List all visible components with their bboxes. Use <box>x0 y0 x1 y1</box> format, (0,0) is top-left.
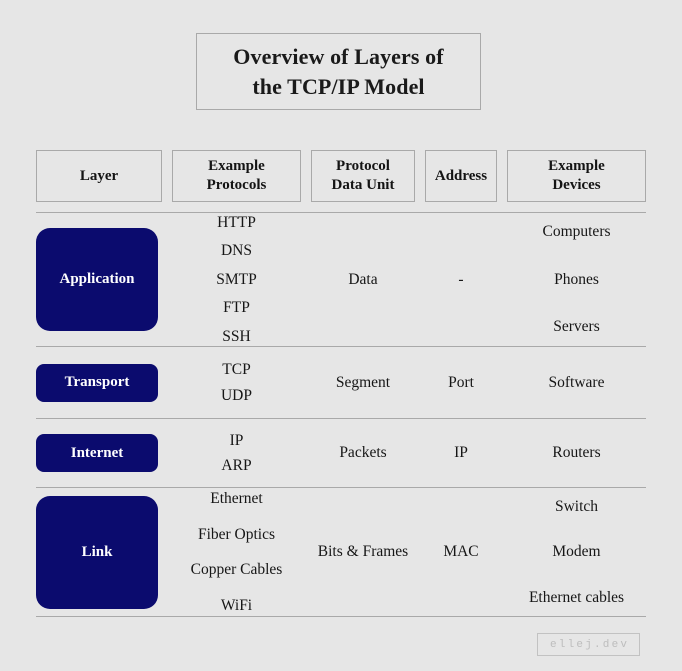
address-cell-transport: Port <box>425 375 497 391</box>
address-value: MAC <box>443 543 479 561</box>
pdu-cell-link: Bits & Frames <box>311 544 415 560</box>
protocol-item: HTTP <box>217 213 256 231</box>
protocol-item: Fiber Optics <box>197 525 276 543</box>
protocol-item: Ethernet <box>210 490 263 507</box>
address-cell-link: MAC <box>425 544 497 560</box>
protocol-item: ARP <box>221 457 252 474</box>
page-title: Overview of Layers of the TCP/IP Model <box>233 42 443 100</box>
protocols-cell-internet: IP ARP <box>172 428 301 479</box>
watermark-badge: ellej.dev <box>537 633 640 656</box>
column-header-example-protocols-line-1: Example <box>208 158 265 175</box>
column-header-protocol-data-unit-line-1: Protocol <box>336 158 390 175</box>
table-row-internet: Internet IP ARP Packets IP Routers <box>36 419 646 487</box>
layer-cell-internet: Internet <box>36 434 162 472</box>
device-item: Computers <box>542 223 611 241</box>
devices-cell-internet: Routers <box>507 445 646 461</box>
protocol-item: UDP <box>220 386 252 404</box>
column-header-example-devices-line-1: Example <box>548 158 605 175</box>
layer-box-transport: Transport <box>36 363 158 402</box>
pdu-value: Data <box>348 270 378 288</box>
protocol-item: SSH <box>222 327 251 345</box>
device-item: Software <box>548 373 605 391</box>
devices-cell-transport: Software <box>507 375 646 391</box>
column-header-example-devices: Example Devices <box>507 150 646 202</box>
device-item: Routers <box>552 444 601 462</box>
column-header-layer-line-1: Layer <box>79 167 119 184</box>
protocol-item: SMTP <box>216 270 257 288</box>
pdu-value: Packets <box>339 444 387 462</box>
protocol-item: FTP <box>223 299 250 317</box>
table-row-application: Application HTTP DNS SMTP FTP SSH Data -… <box>36 213 646 346</box>
device-item: Servers <box>553 318 600 336</box>
column-header-protocol-data-unit: Protocol Data Unit <box>311 150 415 202</box>
protocol-item: Copper Cables <box>190 561 283 578</box>
protocol-item: IP <box>229 431 244 449</box>
address-value: - <box>458 270 464 288</box>
pdu-value: Segment <box>335 373 391 391</box>
protocols-cell-link: Ethernet Fiber Optics Copper Cables WiFi <box>172 481 301 623</box>
tcpip-layers-table: Layer Example Protocols Protocol Data Un… <box>36 150 646 617</box>
column-header-address-line-1: Address <box>434 167 488 184</box>
protocol-item: WiFi <box>220 596 253 614</box>
address-value: IP <box>454 444 468 462</box>
protocol-item: DNS <box>220 242 252 260</box>
devices-cell-link: Switch Modem Ethernet cables <box>507 484 646 621</box>
column-header-example-protocols: Example Protocols <box>172 150 301 202</box>
page-title-box: Overview of Layers of the TCP/IP Model <box>196 33 481 110</box>
pdu-cell-internet: Packets <box>311 445 415 461</box>
layer-cell-application: Application <box>36 228 162 331</box>
layer-box-link: Link <box>36 495 158 609</box>
protocols-cell-application: HTTP DNS SMTP FTP SSH <box>172 208 301 351</box>
table-row-link: Link Ethernet Fiber Optics Copper Cables… <box>36 488 646 616</box>
device-item: Switch <box>554 497 599 515</box>
device-item: Phones <box>554 270 599 288</box>
layer-cell-transport: Transport <box>36 363 162 402</box>
protocol-item: TCP <box>222 361 251 378</box>
column-header-protocol-data-unit-line-2: Data Unit <box>331 177 395 193</box>
devices-cell-application: Computers Phones Servers <box>507 208 646 351</box>
address-value: Port <box>448 373 474 391</box>
column-header-example-protocols-line-2: Protocols <box>206 177 267 193</box>
pdu-value: Bits & Frames <box>317 543 409 561</box>
pdu-cell-transport: Segment <box>311 375 415 391</box>
address-cell-internet: IP <box>425 445 497 461</box>
device-item: Modem <box>552 543 601 561</box>
pdu-cell-application: Data <box>311 272 415 288</box>
column-header-layer: Layer <box>36 150 162 202</box>
column-header-address: Address <box>425 150 497 202</box>
layer-box-internet: Internet <box>36 434 158 472</box>
table-row-transport: Transport TCP UDP Segment Port Software <box>36 347 646 418</box>
page-title-line-2: the TCP/IP Model <box>252 73 425 99</box>
device-item: Ethernet cables <box>528 588 625 606</box>
table-header-row: Layer Example Protocols Protocol Data Un… <box>36 150 646 202</box>
layer-cell-link: Link <box>36 495 162 609</box>
protocols-cell-transport: TCP UDP <box>172 357 301 408</box>
page-title-line-1: Overview of Layers of <box>233 44 444 70</box>
column-header-example-devices-line-2: Devices <box>552 177 601 193</box>
address-cell-application: - <box>425 272 497 288</box>
layer-box-application: Application <box>36 228 158 331</box>
